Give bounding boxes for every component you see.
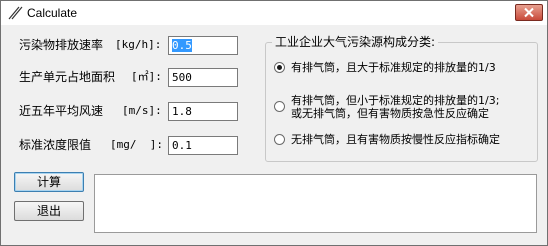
concentration-limit-unit: [mg/ ]: bbox=[110, 138, 163, 151]
concentration-limit-input[interactable]: 0.1 bbox=[168, 136, 238, 155]
window-title: Calculate bbox=[27, 6, 78, 20]
title-bar[interactable]: Calculate bbox=[1, 1, 547, 25]
concentration-limit-label: 标准浓度限值 bbox=[19, 138, 92, 152]
close-button[interactable] bbox=[515, 4, 543, 21]
unit-area-input[interactable]: 500 bbox=[168, 68, 238, 87]
radio-option-2[interactable] bbox=[274, 101, 285, 112]
close-icon bbox=[524, 7, 534, 18]
app-icon bbox=[7, 5, 23, 21]
radio-option-3-label[interactable]: 无排气筒，且有害物质按慢性反应指标确定 bbox=[291, 133, 500, 146]
radio-option-1[interactable] bbox=[274, 62, 285, 73]
unit-area-value: 500 bbox=[172, 71, 192, 84]
radio-option-2-label-line-2[interactable]: 或无排气筒，但有害物质按急性反应确定 bbox=[291, 107, 489, 120]
emission-rate-value: 0.5 bbox=[172, 39, 192, 52]
wind-speed-value: 1.8 bbox=[172, 105, 192, 118]
wind-speed-label: 近五年平均风速 bbox=[19, 104, 104, 118]
radio-option-2-label-line-1[interactable]: 有排气筒，但小于标准规定的排放量的1/3; bbox=[291, 94, 499, 107]
unit-area-label: 生产单元占地面积 bbox=[19, 70, 116, 84]
emission-rate-unit: [kg/h]: bbox=[115, 38, 162, 51]
wind-speed-unit: [m/s]: bbox=[122, 104, 162, 117]
calculate-button[interactable]: 计算 bbox=[14, 172, 84, 192]
unit-area-unit: [㎡]: bbox=[131, 70, 162, 83]
result-output[interactable] bbox=[94, 174, 537, 233]
source-classification-title: 工业企业大气污染源构成分类: bbox=[272, 35, 439, 49]
radio-option-1-label[interactable]: 有排气筒，且大于标准规定的排放量的1/3 bbox=[291, 61, 496, 74]
emission-rate-label: 污染物排放速率 bbox=[19, 38, 104, 52]
wind-speed-input[interactable]: 1.8 bbox=[168, 102, 238, 121]
emission-rate-input[interactable]: 0.5 bbox=[168, 36, 238, 55]
concentration-limit-value: 0.1 bbox=[172, 139, 192, 152]
radio-option-3[interactable] bbox=[274, 134, 285, 145]
exit-button[interactable]: 退出 bbox=[14, 201, 84, 221]
